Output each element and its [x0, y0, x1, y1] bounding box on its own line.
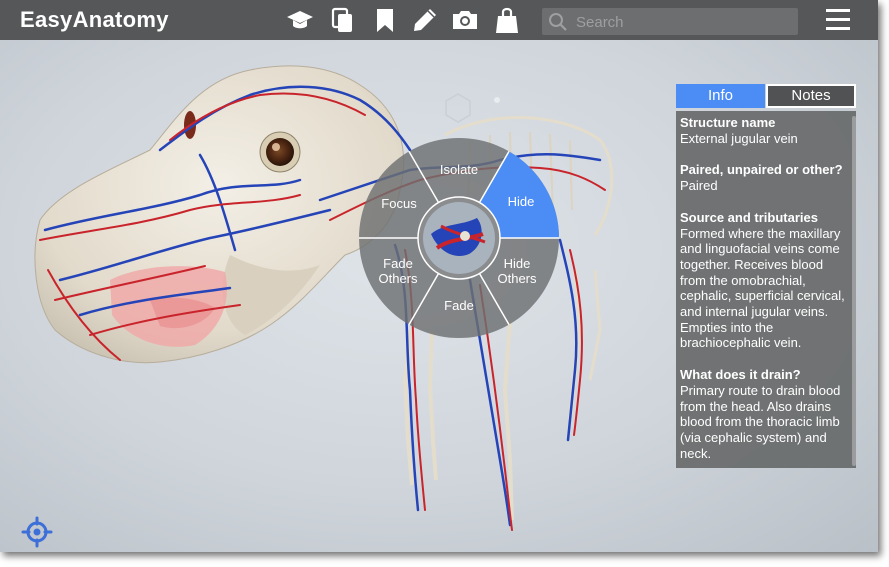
tab-info[interactable]: Info [676, 84, 765, 108]
bookmark-icon[interactable] [371, 6, 399, 34]
search-bar[interactable] [542, 8, 798, 35]
source-tributaries-value: Formed where the maxillary and linguofac… [680, 225, 845, 351]
selected-structure-thumbnail [423, 202, 495, 274]
drainage-value: Primary route to drain blood from the he… [680, 382, 841, 461]
graduation-cap-icon[interactable] [286, 6, 314, 34]
shopping-bag-icon[interactable] [493, 6, 521, 34]
info-scrollbar[interactable] [852, 116, 856, 466]
radial-item-hide-others[interactable]: Hide Others [492, 256, 542, 286]
search-icon [549, 13, 567, 31]
app-window: EasyAnatomy Search Isolate Hide Hide Oth… [0, 0, 878, 552]
info-text: Structure name External jugular vein Pai… [680, 115, 850, 461]
tab-notes[interactable]: Notes [766, 84, 856, 108]
paired-value: Paired [680, 178, 718, 194]
structure-name-value: External jugular vein [680, 130, 798, 146]
section-heading: Structure name [680, 115, 776, 130]
info-panel: Info Notes Structure name External jugul… [676, 84, 856, 468]
radial-item-fade-others[interactable]: Fade Others [373, 256, 423, 286]
crosshair-locate-icon[interactable] [21, 516, 53, 548]
section-heading: Paired, unpaired or other? [680, 162, 843, 178]
radial-item-focus[interactable]: Focus [374, 196, 424, 211]
dog-eye [259, 131, 301, 173]
radial-item-fade[interactable]: Fade [433, 298, 485, 313]
search-input[interactable] [574, 11, 793, 34]
radial-context-menu: Isolate Hide Hide Others Fade Fade Other… [359, 138, 559, 338]
top-toolbar: EasyAnatomy [0, 0, 878, 40]
info-content[interactable]: Structure name External jugular vein Pai… [676, 111, 856, 468]
copy-icon[interactable] [329, 6, 357, 34]
radial-item-isolate[interactable]: Isolate [430, 162, 488, 177]
ghost-marker-icon [445, 93, 500, 123]
app-title: EasyAnatomy [20, 7, 169, 32]
pencil-icon[interactable] [411, 6, 439, 34]
section-heading: Source and tributaries [680, 209, 818, 225]
camera-icon[interactable] [451, 6, 479, 34]
hamburger-menu-icon[interactable] [826, 9, 850, 31]
section-heading: What does it drain? [680, 367, 801, 383]
radial-item-hide[interactable]: Hide [497, 194, 545, 209]
